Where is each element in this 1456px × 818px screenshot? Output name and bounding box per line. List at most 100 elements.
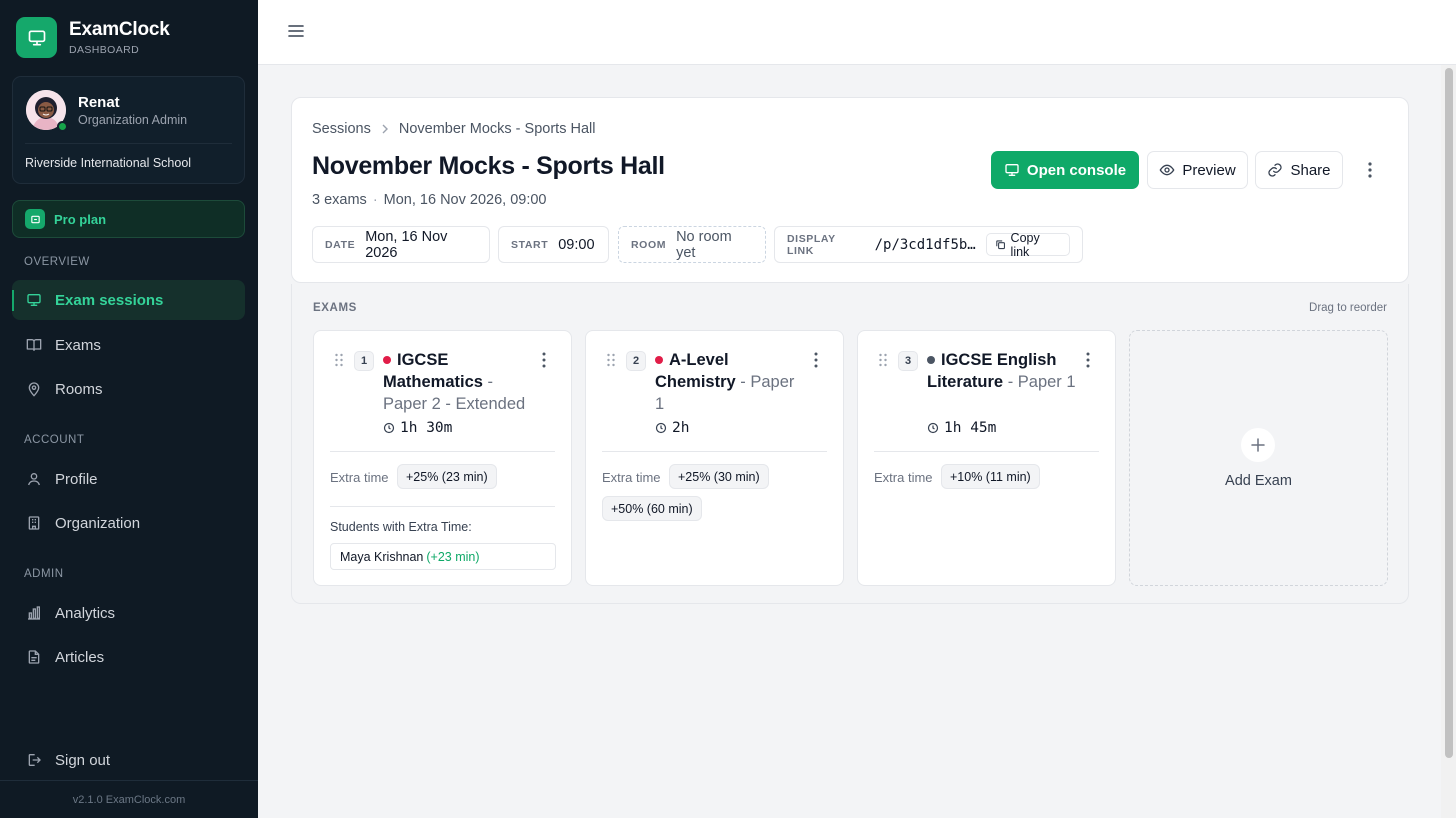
page-title: November Mocks - Sports Hall	[312, 152, 665, 180]
drag-handle-icon[interactable]	[878, 353, 888, 367]
room-chip[interactable]: ROOM No room yet	[618, 226, 766, 263]
preview-button[interactable]: Preview	[1147, 151, 1248, 189]
sidebar-item-exam-sessions[interactable]: Exam sessions	[12, 280, 245, 320]
online-status-dot	[57, 121, 68, 132]
user-role: Organization Admin	[78, 113, 188, 127]
breadcrumb: Sessions November Mocks - Sports Hall	[312, 121, 595, 137]
plan-icon	[25, 209, 45, 229]
session-header-card: Sessions November Mocks - Sports Hall No…	[291, 97, 1409, 283]
sidebar-item-exams[interactable]: Exams	[12, 325, 245, 365]
extra-time-label: Extra time	[874, 470, 933, 485]
book-icon	[26, 337, 42, 353]
divider	[602, 451, 827, 452]
student-extra-time-item: Maya Krishnan (+23 min)	[330, 543, 556, 570]
map-pin-icon	[26, 381, 42, 397]
divider	[0, 780, 258, 781]
exam-more-options-icon[interactable]	[1078, 351, 1098, 369]
section-account: ACCOUNT	[24, 434, 85, 446]
date-value: Mon, 16 Nov 2026	[365, 228, 448, 261]
room-value: No room yet	[676, 228, 732, 261]
clock-icon	[383, 422, 395, 434]
exam-title[interactable]: A-Level Chemistry - Paper 1	[655, 349, 805, 415]
sidebar-item-label: Profile	[55, 470, 98, 488]
active-indicator	[12, 290, 14, 311]
user-name: Renat	[78, 94, 120, 111]
exam-more-options-icon[interactable]	[806, 351, 826, 369]
monitor-logo-icon	[16, 17, 57, 58]
start-value: 09:00	[558, 236, 595, 253]
exam-title[interactable]: IGCSE English Literature - Paper 1	[927, 349, 1077, 393]
copy-icon	[996, 240, 1005, 250]
exam-more-options-icon[interactable]	[534, 351, 554, 369]
divider	[874, 451, 1099, 452]
divider	[25, 143, 232, 144]
plan-label: Pro plan	[54, 211, 107, 227]
exams-section-label: EXAMS	[313, 302, 357, 314]
brand[interactable]: ExamClock DASHBOARD	[16, 17, 170, 58]
student-extra-time: (+23 min)	[426, 549, 480, 564]
copy-link-button[interactable]: Copy link	[985, 230, 1070, 259]
share-button[interactable]: Share	[1255, 151, 1343, 189]
more-options-icon[interactable]	[1360, 160, 1380, 180]
breadcrumb-sessions-link[interactable]: Sessions	[312, 121, 371, 137]
topbar	[258, 0, 1456, 65]
building-icon	[26, 515, 42, 531]
sidebar-item-label: Organization	[55, 514, 141, 532]
sidebar-item-analytics[interactable]: Analytics	[12, 593, 245, 633]
exam-order-badge: 3	[898, 351, 918, 371]
extra-time-pill: +10% (11 min)	[941, 464, 1040, 489]
version-text: v2.1.0 ExamClock.com	[72, 794, 186, 806]
separator-dot: ·	[372, 192, 378, 208]
exam-duration: 1h 45m	[927, 420, 996, 436]
extra-time-pill: +50% (60 min)	[602, 496, 702, 521]
exam-order-badge: 1	[354, 351, 374, 371]
exam-count: 3 exams	[312, 192, 367, 208]
user-card[interactable]: Renat Organization Admin Riverside Inter…	[12, 76, 245, 184]
drag-handle-icon[interactable]	[334, 353, 344, 367]
sidebar-item-organization[interactable]: Organization	[12, 503, 245, 543]
display-link-chip: DISPLAY LINK /p/3cd1df5b… Copy link	[774, 226, 1083, 263]
start-label: START	[511, 238, 549, 251]
plan-badge[interactable]: Pro plan	[12, 200, 245, 238]
exam-card[interactable]: 1 IGCSE Mathematics - Paper 2 - Extended…	[313, 330, 572, 586]
sidebar-item-articles[interactable]: Articles	[12, 637, 245, 677]
sidebar-item-label: Exams	[55, 336, 101, 354]
add-exam-label: Add Exam	[1225, 473, 1292, 489]
sidebar-item-rooms[interactable]: Rooms	[12, 369, 245, 409]
duration-value: 2h	[672, 420, 690, 436]
exam-title[interactable]: IGCSE Mathematics - Paper 2 - Extended	[383, 349, 533, 415]
hamburger-menu-icon[interactable]	[287, 22, 305, 40]
monitor-icon	[1005, 164, 1019, 176]
room-label: ROOM	[631, 238, 667, 251]
brand-subtitle: DASHBOARD	[69, 44, 140, 56]
clock-icon	[655, 422, 667, 434]
open-console-label: Open console	[1026, 161, 1127, 179]
duration-value: 1h 45m	[944, 420, 997, 436]
add-exam-button[interactable]: Add Exam	[1129, 330, 1388, 586]
file-text-icon	[26, 649, 42, 665]
scrollbar-thumb[interactable]	[1445, 68, 1453, 758]
drag-handle-icon[interactable]	[606, 353, 616, 367]
students-extra-time-label: Students with Extra Time:	[330, 520, 472, 534]
exam-duration: 1h 30m	[383, 420, 452, 436]
duration-value: 1h 30m	[400, 420, 453, 436]
brand-name: ExamClock	[69, 19, 170, 40]
organization-name: Riverside International School	[25, 156, 192, 170]
extra-time-pill: +25% (23 min)	[397, 464, 497, 489]
student-name: Maya Krishnan	[340, 549, 424, 564]
date-chip[interactable]: DATE Mon, 16 Nov 2026	[312, 226, 490, 263]
link-icon	[1268, 163, 1283, 177]
exam-card[interactable]: 2 A-Level Chemistry - Paper 1 2h Extra t…	[585, 330, 844, 586]
start-chip[interactable]: START 09:00	[498, 226, 609, 263]
divider	[330, 506, 555, 507]
sidebar-item-profile[interactable]: Profile	[12, 459, 245, 499]
divider	[330, 451, 555, 452]
monitor-icon	[26, 292, 42, 308]
sign-out-button[interactable]: Sign out	[12, 740, 245, 780]
copy-link-label: Copy link	[1010, 230, 1040, 259]
date-label: DATE	[325, 238, 356, 251]
exam-card[interactable]: 3 IGCSE English Literature - Paper 1 1h …	[857, 330, 1116, 586]
open-console-button[interactable]: Open console	[991, 151, 1139, 189]
sidebar-item-label: Exam sessions	[55, 291, 164, 309]
sidebar-item-label: Analytics	[55, 604, 116, 622]
